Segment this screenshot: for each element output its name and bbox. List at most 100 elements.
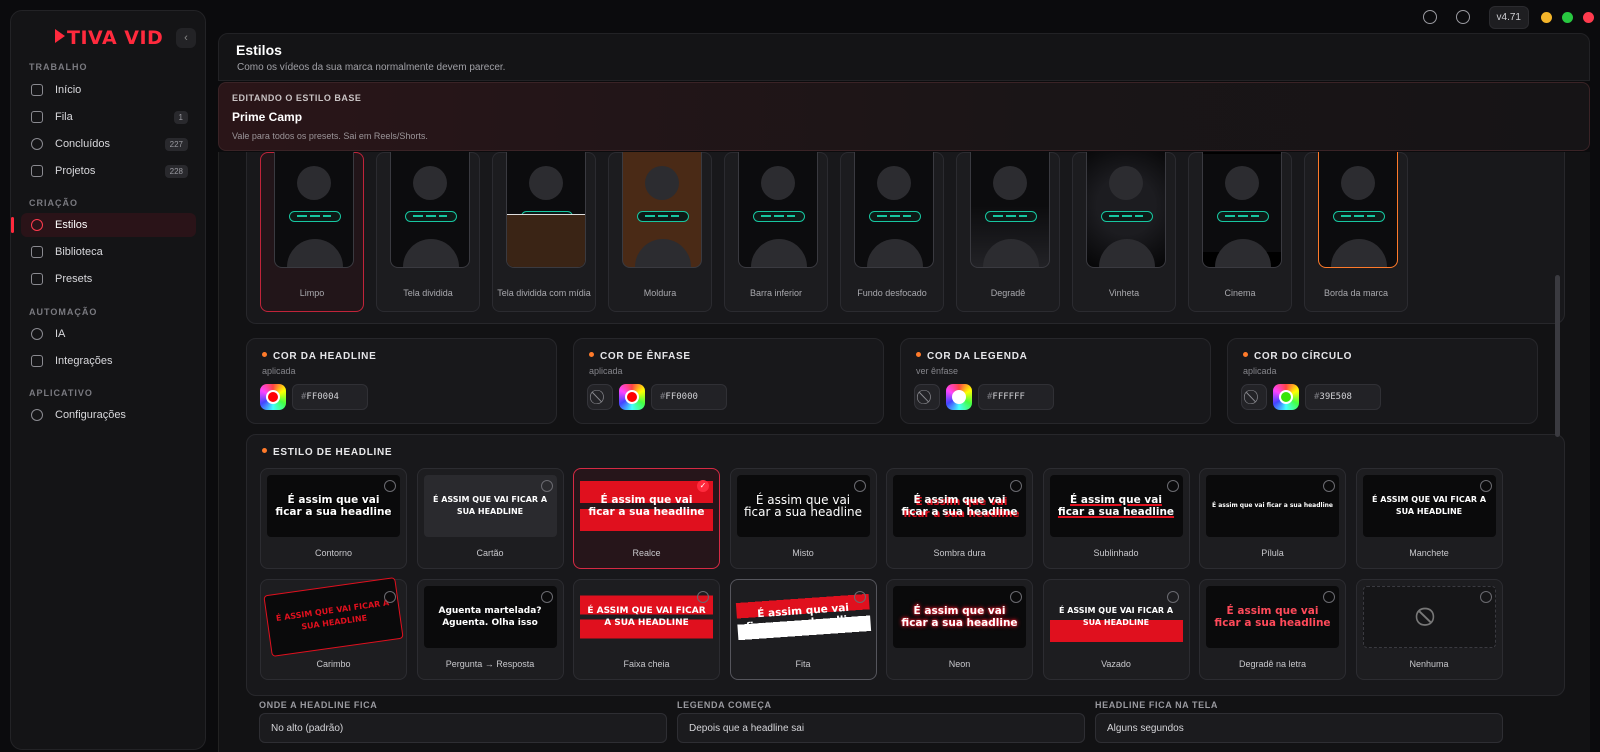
layout-body	[1215, 239, 1271, 267]
color-swatch	[625, 390, 639, 404]
radio-button[interactable]	[540, 591, 553, 603]
radio-button[interactable]	[1166, 591, 1179, 603]
section-label: APLICATIVO	[29, 388, 93, 398]
radio-button[interactable]	[853, 480, 866, 492]
count-badge: 228	[164, 164, 188, 178]
sidebar-item-configuracoes[interactable]: Configurações	[21, 403, 196, 427]
hex-input[interactable]: #FF0004	[292, 384, 368, 410]
headline-position-select[interactable]: No alto (padrão)	[259, 713, 667, 743]
headline-style-option[interactable]: Aguenta martelada? Aguenta. Olha isso Per…	[416, 579, 564, 680]
layout-option[interactable]: Tela dividida com mídia	[492, 152, 596, 312]
headline-style-option[interactable]: É ASSIM QUE VAI FICAR A SUA HEADLINE Cari…	[260, 577, 407, 680]
minimize-button[interactable]	[1541, 11, 1552, 23]
close-button[interactable]	[1583, 11, 1594, 23]
layout-label: Tela dividida	[403, 288, 453, 298]
sun-icon[interactable]	[1422, 10, 1437, 24]
headline-style-option[interactable]: É ASSIM QUE VAI FICAR A SUA HEADLINE Faix…	[573, 579, 720, 680]
headline-preview: É assim que vai ficar a sua headline	[1206, 475, 1339, 537]
radio-button[interactable]	[1166, 480, 1179, 492]
layout-option[interactable]: Barra inferior	[724, 152, 828, 312]
color-card-subtitle: ver ênfase	[916, 366, 959, 376]
headline-style-option[interactable]: É ASSIM QUE VAI FICAR A SUA HEADLINE Cart…	[416, 468, 564, 569]
layout-label: Degradê	[990, 288, 1026, 298]
sidebar-item-estilos[interactable]: Estilos	[11, 213, 196, 237]
radio-button[interactable]	[853, 591, 866, 603]
headline-style-option[interactable]: É assim que vai ficar a sua headline Pílu…	[1199, 468, 1346, 569]
headline-style-option[interactable]: É assim que vai ficar a sua headline Fita	[729, 579, 877, 680]
layout-option[interactable]: Borda da marca	[1304, 152, 1408, 312]
radio-button[interactable]	[540, 480, 553, 492]
headline-preview: É assim que vai ficar a sua headline	[893, 586, 1026, 648]
radio-button[interactable]	[384, 591, 396, 603]
layout-label: Vinheta	[1108, 288, 1140, 298]
radio-button[interactable]	[1010, 591, 1022, 603]
hex-input[interactable]: #FF0000	[651, 384, 727, 410]
color-picker-button[interactable]	[1273, 384, 1299, 410]
radio-button[interactable]	[1010, 480, 1022, 492]
radio-button[interactable]	[697, 591, 709, 603]
layout-cap	[289, 211, 341, 222]
maximize-button[interactable]	[1562, 11, 1573, 23]
radio-button[interactable]	[1323, 591, 1335, 603]
color-card-title: COR DO CÍRCULO	[1243, 351, 1352, 362]
sidebar-item-integracoes[interactable]: Integrações	[21, 349, 196, 373]
caption-start-select[interactable]: Depois que a headline sai	[677, 713, 1085, 743]
layout-preview	[506, 152, 586, 268]
headline-style-option[interactable]: É assim que vai ficar a sua headline Neon	[886, 579, 1033, 680]
hex-input[interactable]: #FFFFFF	[978, 384, 1054, 410]
headline-style-option[interactable]: É ASSIM QUE VAI FICAR A SUA HEADLINE Vaza…	[1042, 579, 1190, 680]
color-picker-button[interactable]	[946, 384, 972, 410]
headline-style-option[interactable]: ✓ É assim que vai ficar a sua headline Rea…	[573, 468, 720, 569]
radio-button[interactable]	[1323, 480, 1335, 492]
scrollbar[interactable]	[1555, 275, 1560, 437]
layout-panel: Limpo Tela dividida Tela dividida com mídi…	[246, 152, 1565, 324]
sidebar-item-concluidos[interactable]: Concluídos 227	[21, 132, 196, 156]
layout-option[interactable]: Fundo desfocado	[840, 152, 944, 312]
layout-option[interactable]: Limpo	[260, 152, 364, 312]
radio-button[interactable]	[1479, 591, 1492, 603]
headline-style-option[interactable]: É assim que vai ficar a sua headline Degr…	[1199, 579, 1346, 680]
radio-button[interactable]	[384, 480, 396, 492]
layout-face	[297, 166, 331, 200]
sidebar-item-ia[interactable]: IA	[21, 322, 196, 346]
headline-style-option[interactable]: É assim que vai ficar a sua headline Cont…	[260, 468, 407, 569]
collapse-sidebar-button[interactable]: ‹	[176, 28, 196, 48]
layout-cap	[1217, 211, 1269, 222]
sidebar-item-presets[interactable]: Presets	[21, 267, 196, 291]
headline-style-option[interactable]: É ASSIM QUE VAI FICAR A SUA HEADLINE Manc…	[1355, 468, 1503, 569]
count-badge: 227	[164, 137, 188, 151]
sidebar-item-biblioteca[interactable]: Biblioteca	[21, 240, 196, 264]
radio-button[interactable]: ✓	[697, 480, 709, 492]
section-label: CRIAÇÃO	[29, 198, 78, 208]
no-color-button[interactable]: ⃠	[914, 384, 940, 410]
radio-button[interactable]	[1479, 480, 1492, 492]
layout-option[interactable]: Cinema	[1188, 152, 1292, 312]
headline-style-option[interactable]: É assim que vai ficar a sua headline Subl…	[1042, 468, 1190, 569]
headline-style-option[interactable]: É assim que vai ficar a sua headline Mist…	[729, 468, 877, 569]
sidebar-item-inicio[interactable]: Início	[21, 78, 196, 102]
gear-icon[interactable]	[1455, 10, 1470, 24]
color-swatch	[952, 390, 966, 404]
layout-face	[529, 166, 563, 200]
layout-option[interactable]: Tela dividida	[376, 152, 480, 312]
layout-face	[413, 166, 447, 200]
layout-option[interactable]: Moldura	[608, 152, 712, 312]
headline-style-label: Fita	[795, 659, 811, 669]
sidebar-item-projetos[interactable]: Projetos 228	[21, 159, 196, 183]
headline-preview: É assim que vai ficar a sua headline	[267, 475, 400, 537]
layout-cap	[869, 211, 921, 222]
layout-option[interactable]: Degradê	[956, 152, 1060, 312]
headline-style-option[interactable]: ⃠ Nenhuma	[1355, 579, 1503, 680]
headline-style-option[interactable]: É assim que vai ficar a sua headline Somb…	[886, 468, 1033, 569]
layout-face	[1109, 166, 1143, 200]
color-picker-button[interactable]	[260, 384, 286, 410]
no-color-button[interactable]: ⃠	[1241, 384, 1267, 410]
hex-input[interactable]: #39E508	[1305, 384, 1381, 410]
sidebar-item-label: Concluídos	[55, 138, 111, 150]
no-color-button[interactable]: ⃠	[587, 384, 613, 410]
layout-option[interactable]: Vinheta	[1072, 152, 1176, 312]
headline-duration-select[interactable]: Alguns segundos	[1095, 713, 1503, 743]
color-picker-button[interactable]	[619, 384, 645, 410]
layout-face	[645, 166, 679, 200]
sidebar-item-fila[interactable]: Fila 1	[21, 105, 196, 129]
